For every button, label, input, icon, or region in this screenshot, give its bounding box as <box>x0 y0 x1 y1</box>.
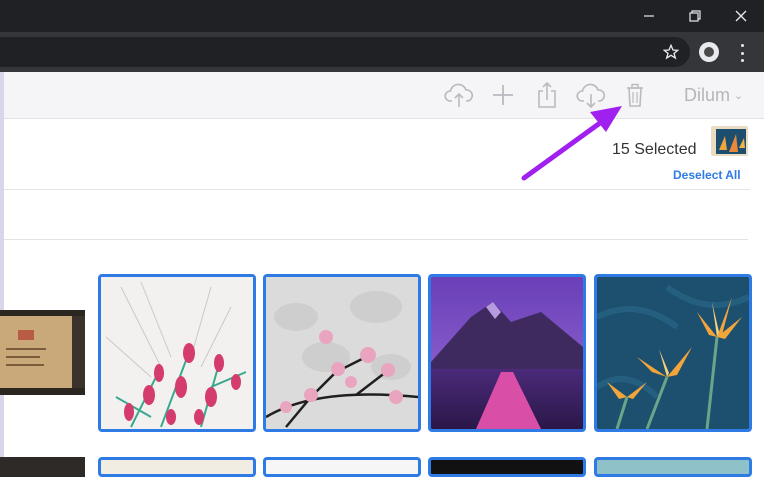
star-icon[interactable] <box>660 41 682 63</box>
selected-count: 15 Selected <box>612 141 697 158</box>
user-name: Dilum <box>684 84 731 105</box>
page-edge <box>0 72 4 473</box>
restore-icon[interactable] <box>672 0 718 32</box>
photo-thumbnail[interactable] <box>428 457 586 477</box>
photo-thumbnail[interactable] <box>263 457 421 477</box>
document-photo[interactable] <box>0 310 85 395</box>
deselect-all-link[interactable]: Deselect All <box>673 168 741 182</box>
chevron-down-icon: ⌄ <box>734 89 744 102</box>
mountain-lavender-photo[interactable] <box>428 274 586 432</box>
menu-icon[interactable] <box>735 43 749 63</box>
divider <box>0 189 750 190</box>
close-icon[interactable] <box>718 0 764 32</box>
share-icon[interactable] <box>532 80 562 110</box>
trash-icon[interactable] <box>620 80 650 110</box>
blossom-branch-photo[interactable] <box>263 274 421 432</box>
add-icon[interactable] <box>488 80 518 110</box>
upload-cloud-icon[interactable] <box>444 80 474 110</box>
photo-thumbnail[interactable] <box>594 457 752 477</box>
photo-thumbnail[interactable] <box>0 457 85 477</box>
download-cloud-icon[interactable] <box>576 80 606 110</box>
selected-preview-thumbnail <box>711 126 748 156</box>
floral-pink-photo[interactable] <box>98 274 256 432</box>
divider <box>0 239 748 240</box>
bird-of-paradise-photo[interactable] <box>594 274 752 432</box>
address-bar[interactable] <box>0 37 690 67</box>
minimize-icon[interactable] <box>626 0 672 32</box>
user-menu[interactable]: Dilum ⌄ <box>684 84 743 106</box>
extension-icon[interactable] <box>699 42 719 62</box>
photo-thumbnail[interactable] <box>98 457 256 477</box>
